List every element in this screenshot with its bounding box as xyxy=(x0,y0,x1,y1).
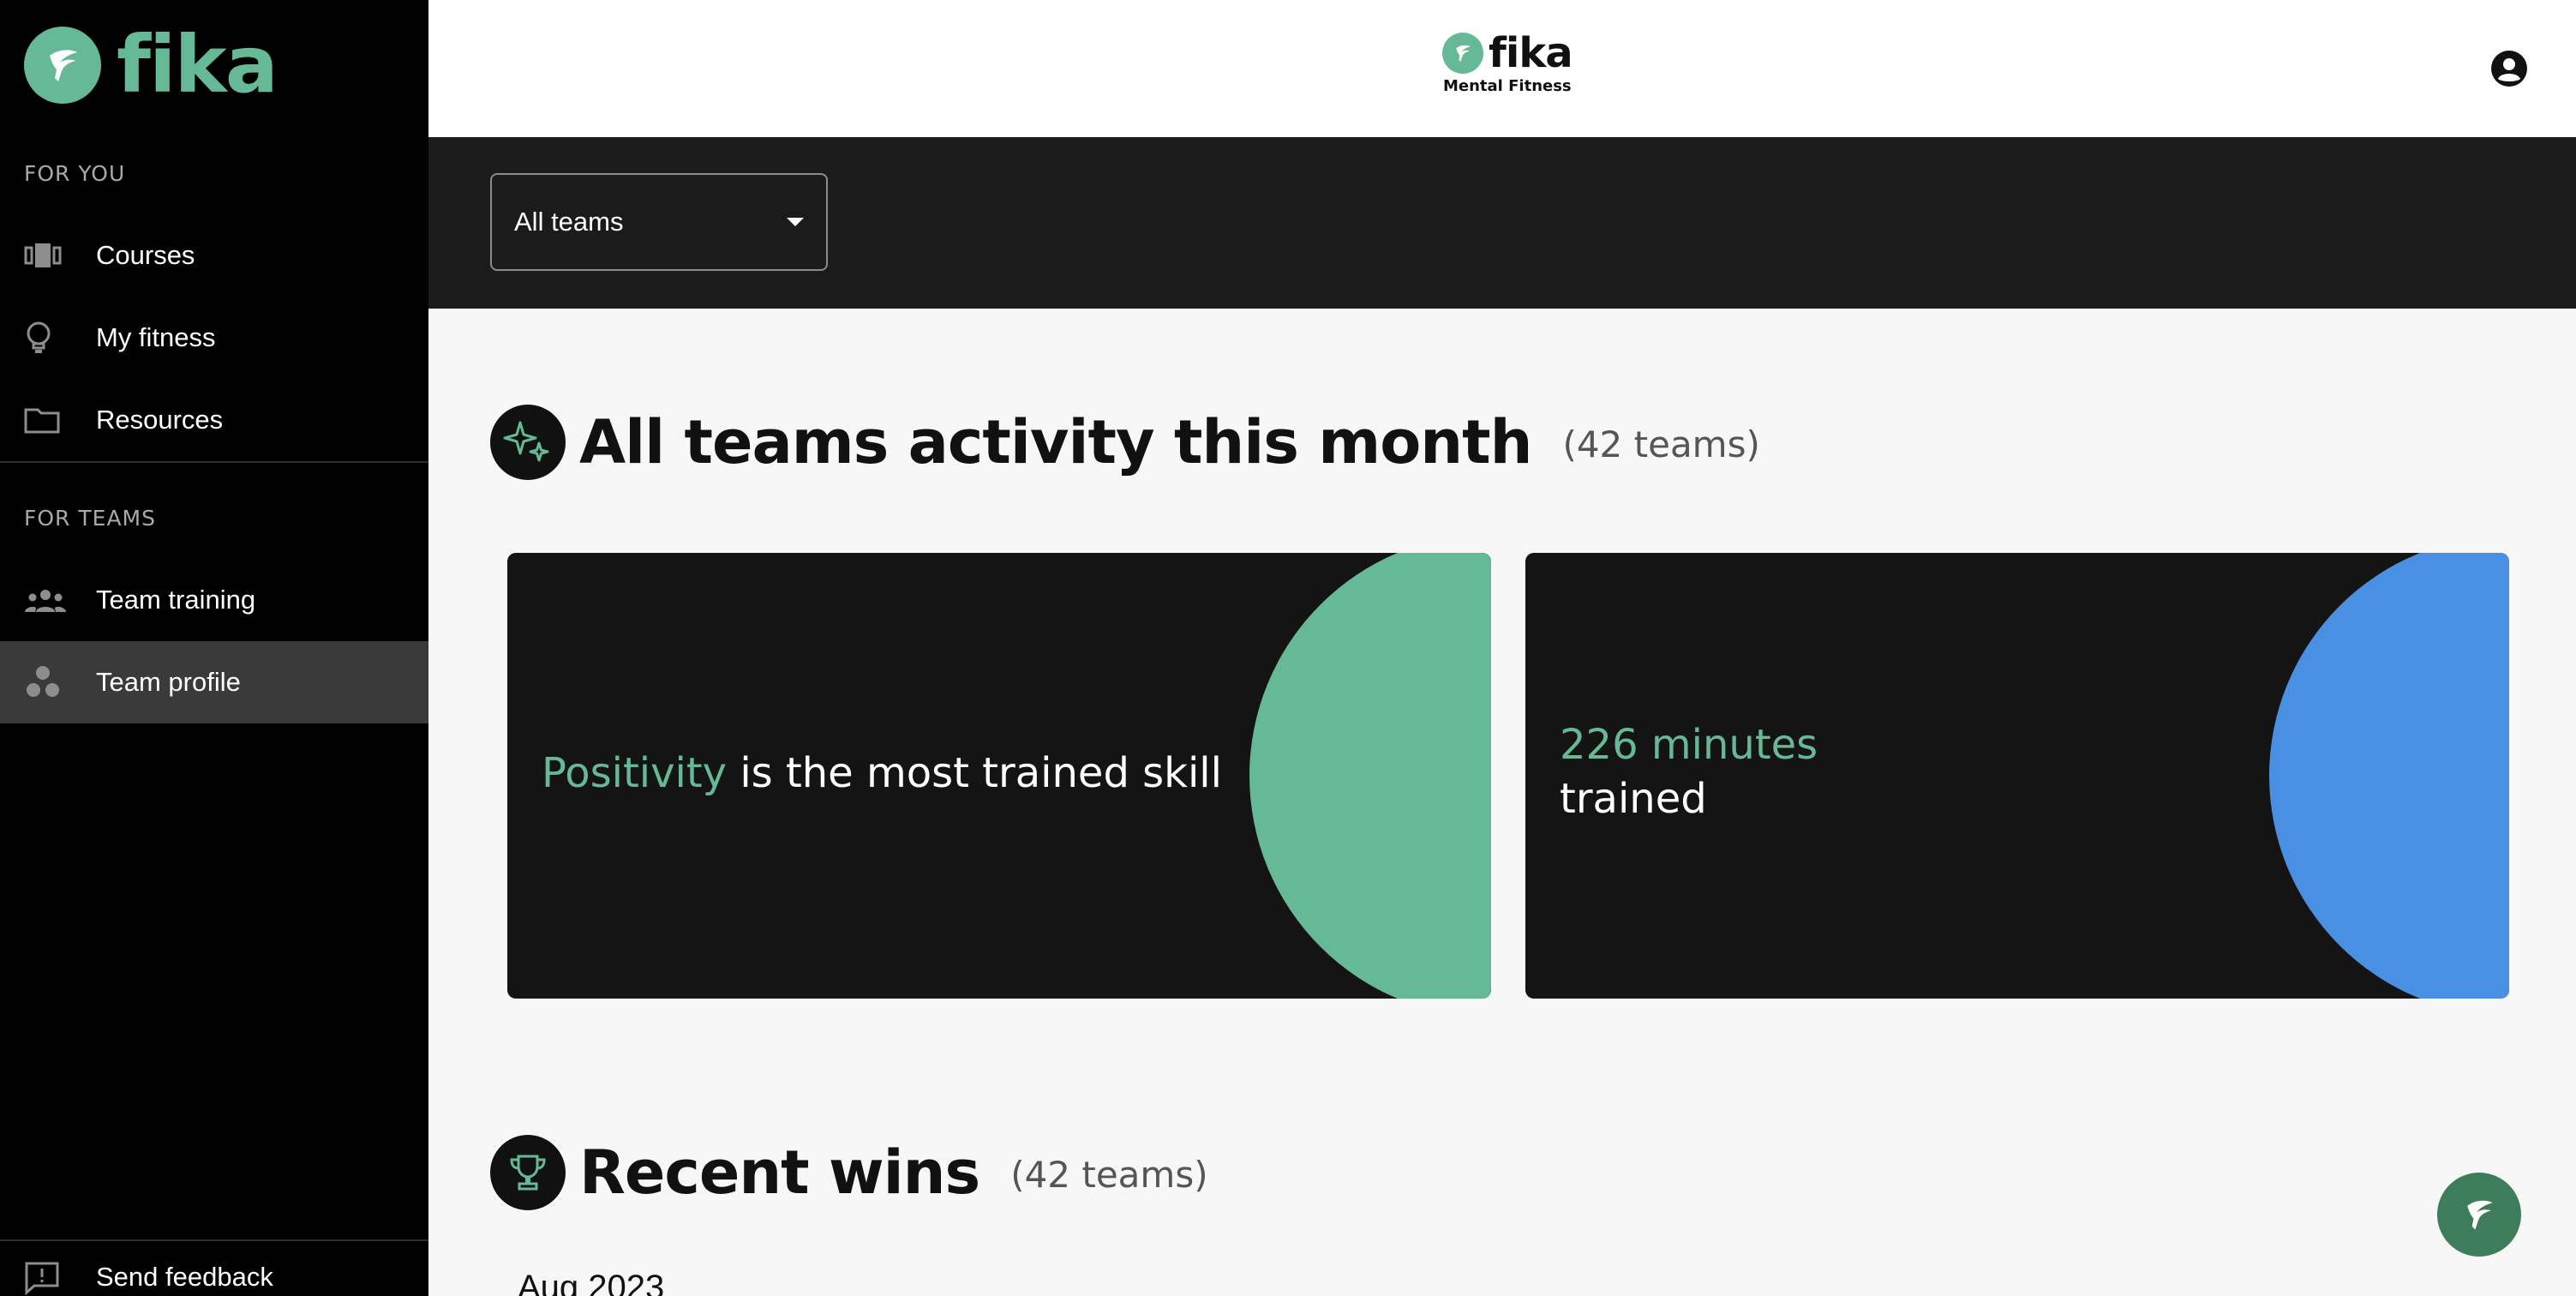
sidebar-item-label: Team profile xyxy=(96,667,241,697)
sidebar-item-label: Team training xyxy=(96,585,256,615)
wins-header: Recent wins (42 teams) xyxy=(490,1135,1208,1210)
wins-month: Aug 2023 xyxy=(518,1269,665,1296)
header-brand-subtitle: Mental Fitness xyxy=(1443,77,1572,95)
wins-team-count: (42 teams) xyxy=(1010,1153,1208,1196)
header-logo[interactable]: fika Mental Fitness xyxy=(1442,33,1573,95)
courses-icon xyxy=(0,243,96,267)
team-select-value: All teams xyxy=(514,207,624,237)
brand-logo[interactable]: fika xyxy=(24,19,279,111)
sidebar-item-team-profile[interactable]: Team profile xyxy=(0,641,428,723)
fika-leaf-icon xyxy=(24,27,101,104)
sidebar-item-courses[interactable]: Courses xyxy=(0,214,428,297)
activity-header: All teams activity this month (42 teams) xyxy=(490,405,1760,480)
card-green-arc xyxy=(1249,553,1491,999)
card-blue-arc xyxy=(2269,553,2509,999)
filter-bar: All teams xyxy=(428,137,2576,309)
fika-leaf-icon xyxy=(2467,1200,2493,1230)
sidebar-item-label: My fitness xyxy=(96,322,216,352)
sidebar-item-team-training[interactable]: Team training xyxy=(0,559,428,641)
skill-name: Positivity xyxy=(542,749,728,797)
team-select[interactable]: All teams xyxy=(490,173,828,271)
team-dots-icon xyxy=(0,665,96,699)
for-teams-label: FOR TEAMS xyxy=(24,506,156,531)
sidebar-item-label: Send feedback xyxy=(96,1262,273,1292)
dropdown-arrow-icon xyxy=(787,218,804,226)
brand-name: fika xyxy=(117,19,279,111)
most-trained-skill-card: Positivity is the most trained skill xyxy=(507,553,1491,999)
sidebar-item-my-fitness[interactable]: My fitness xyxy=(0,297,428,379)
minutes-trained-card: 226 minutes trained xyxy=(1525,553,2509,999)
sidebar-divider xyxy=(0,461,428,463)
sparkles-icon xyxy=(490,405,566,480)
account-circle-icon xyxy=(2491,51,2527,87)
account-button[interactable] xyxy=(2490,50,2528,87)
wins-title: Recent wins xyxy=(579,1137,980,1208)
group-icon xyxy=(0,588,96,612)
activity-team-count: (42 teams) xyxy=(1562,423,1760,465)
feedback-icon xyxy=(0,1261,96,1295)
sidebar-item-send-feedback[interactable]: Send feedback xyxy=(0,1241,428,1296)
trophy-icon xyxy=(490,1135,566,1210)
sidebar-item-label: Courses xyxy=(96,240,195,270)
top-bar: fika Mental Fitness xyxy=(428,0,2576,137)
folder-icon xyxy=(0,406,96,434)
activity-title: All teams activity this month xyxy=(579,407,1532,477)
lightbulb-icon xyxy=(0,321,96,355)
fika-leaf-icon xyxy=(1442,33,1483,74)
header-brand-name: fika xyxy=(1489,29,1573,77)
sidebar-item-resources[interactable]: Resources xyxy=(0,379,428,461)
for-you-label: FOR YOU xyxy=(24,161,126,186)
sidebar-item-label: Resources xyxy=(96,405,224,435)
minutes-value: 226 minutes xyxy=(1560,721,1818,769)
minutes-caption: trained xyxy=(1560,775,1707,824)
minutes-statement: 226 minutes trained xyxy=(1560,718,1818,827)
fika-assistant-button[interactable] xyxy=(2437,1173,2521,1257)
skill-statement: Positivity is the most trained skill xyxy=(542,747,1222,801)
skill-caption: is the most trained skill xyxy=(727,749,1222,797)
sidebar: fika FOR YOU Courses My fitness Resource… xyxy=(0,0,428,1296)
